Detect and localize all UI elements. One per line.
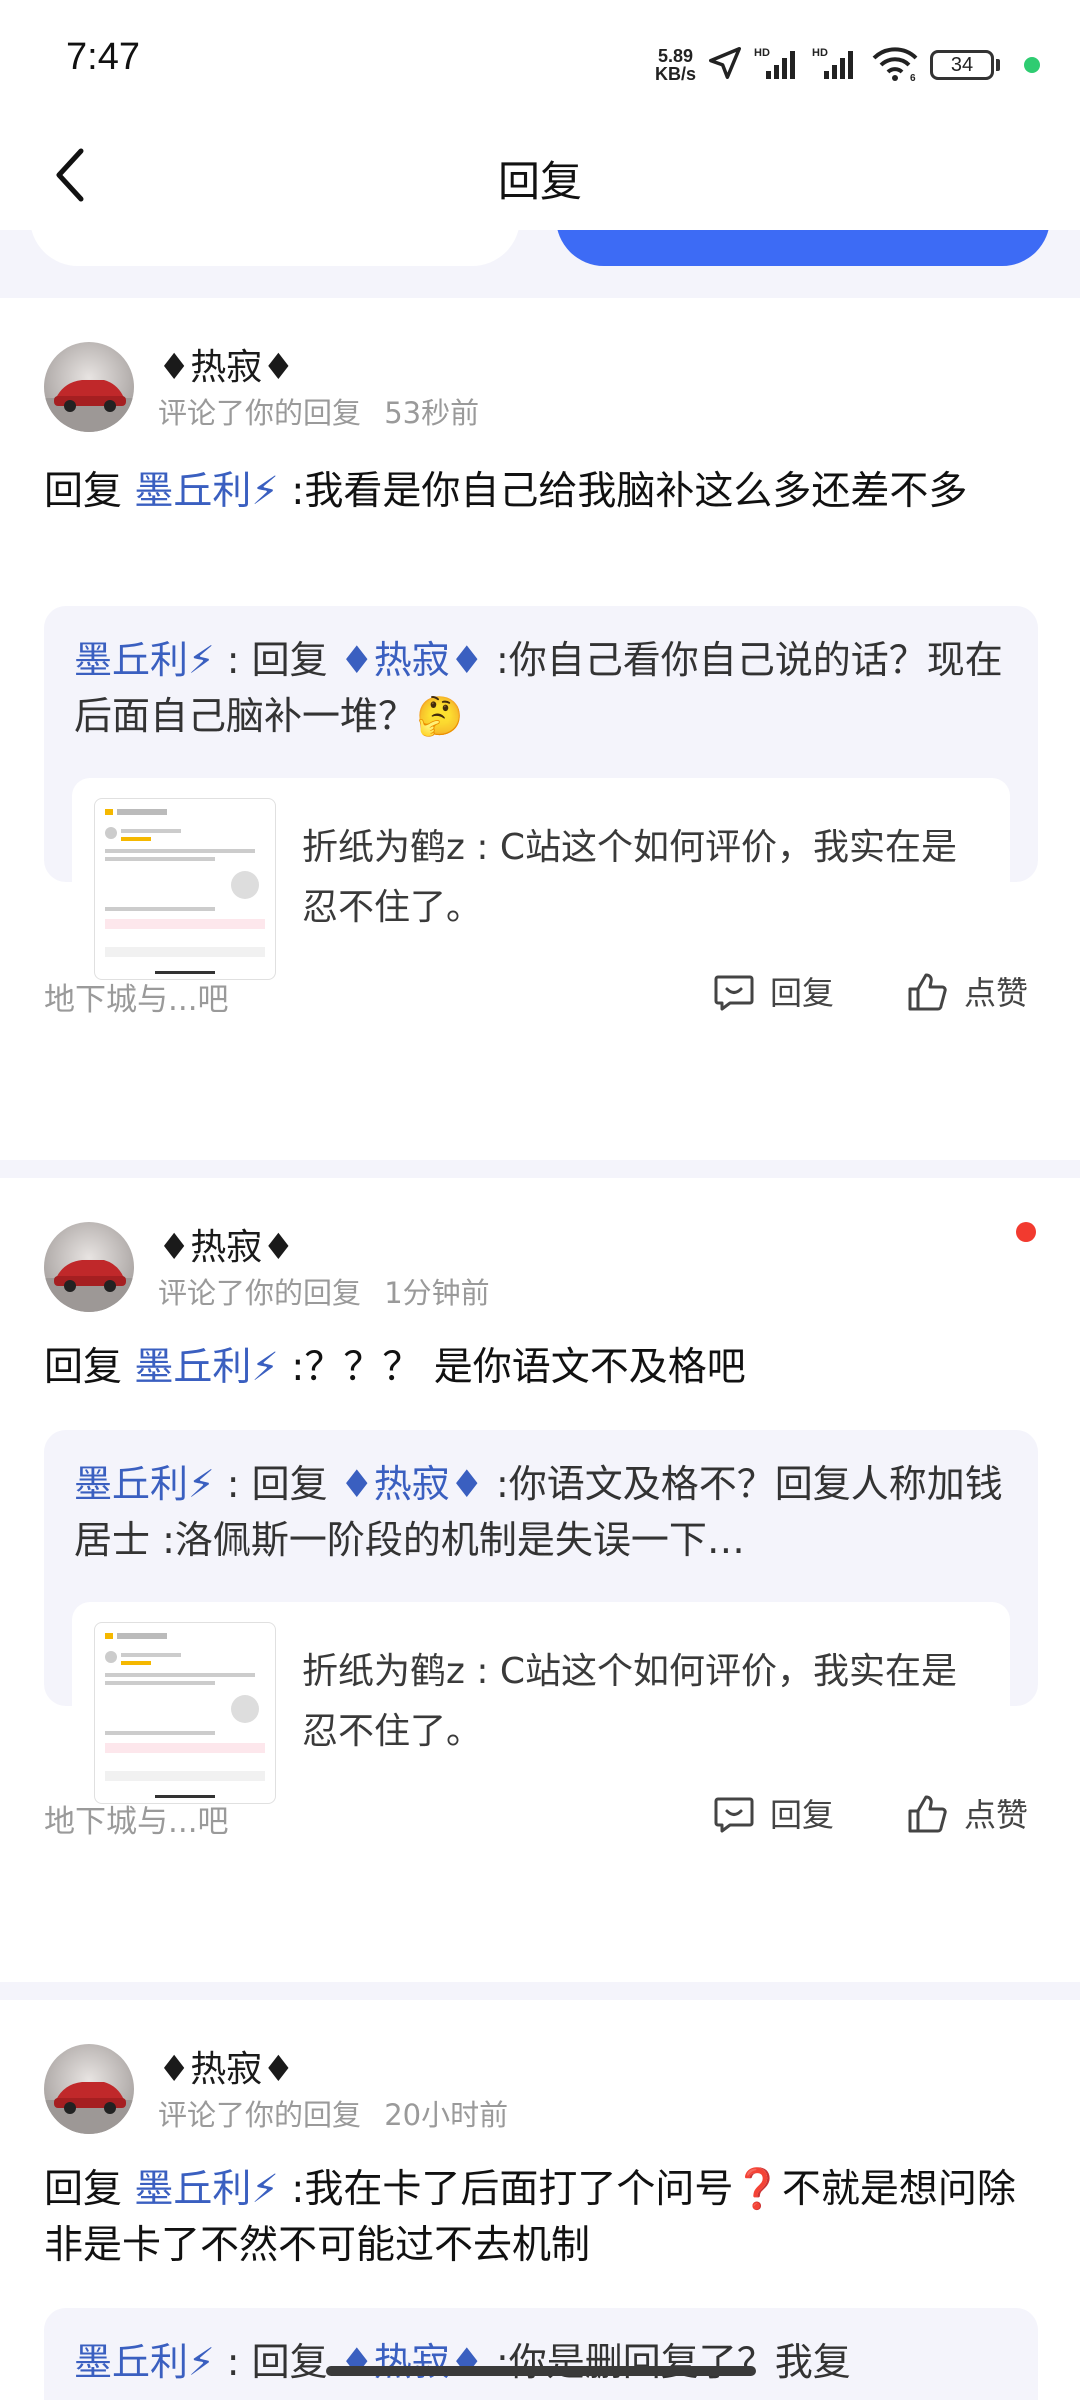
mention-link[interactable]: 墨丘利⚡ bbox=[134, 2167, 278, 2212]
quote-author[interactable]: 墨丘利⚡ bbox=[74, 2340, 215, 2384]
status-icons: 5.89 KB/s HD HD 6 34 bbox=[655, 38, 1040, 92]
timestamp: 20小时前 bbox=[384, 2098, 509, 2132]
forum-name[interactable]: 地下城与...吧 bbox=[44, 1796, 229, 1841]
like-label: 点赞 bbox=[964, 974, 1029, 1012]
top-action-strip bbox=[0, 230, 1080, 298]
top-left-pill[interactable] bbox=[30, 230, 520, 266]
status-time: 7:47 bbox=[66, 36, 140, 78]
quote-mention[interactable]: ♦热寂♦ bbox=[340, 2340, 484, 2384]
reply-prefix: 回复 bbox=[44, 2167, 135, 2212]
privacy-indicator-dot bbox=[1024, 57, 1040, 73]
post-thumbnail bbox=[94, 798, 276, 980]
reply-prefix: 回复 bbox=[44, 469, 135, 514]
reply-label: 回复 bbox=[770, 974, 835, 1012]
quoted-comment-text: 墨丘利⚡ : 回复 ♦热寂♦ :你是删回复了？我复 bbox=[74, 2334, 1010, 2390]
svg-text:HD: HD bbox=[754, 47, 770, 59]
quoted-comment-text: 墨丘利⚡ : 回复 ♦热寂♦ :你语文及格不？回复人称加钱居士 :洛佩斯一阶段的… bbox=[74, 1456, 1010, 1568]
avatar[interactable] bbox=[44, 1222, 134, 1312]
comment-bubble-icon bbox=[714, 975, 754, 1011]
top-right-pill-button[interactable] bbox=[556, 230, 1050, 266]
mention-link[interactable]: 墨丘利⚡ bbox=[134, 469, 278, 514]
action-text: 评论了你的回复 bbox=[158, 1276, 362, 1310]
forum-name[interactable]: 地下城与...吧 bbox=[44, 974, 229, 1019]
page-title: 回复 bbox=[497, 157, 582, 206]
quoted-comment-box[interactable]: 墨丘利⚡ : 回复 ♦热寂♦ :你自己看你自己说的话？现在后面自己脑补一堆？🤔 … bbox=[44, 606, 1038, 1000]
mention-link[interactable]: 墨丘利⚡ bbox=[134, 1345, 278, 1390]
quote-author[interactable]: 墨丘利⚡ bbox=[74, 1462, 215, 1506]
quote-body: :你是删回复了？我复 bbox=[483, 2340, 851, 2384]
notification-card[interactable]: ♦热寂♦ 评论了你的回复 53秒前 回复 墨丘利⚡ :我看是你自己给我脑补这么多… bbox=[0, 298, 1080, 1160]
notification-card[interactable]: ♦热寂♦ 评论了你的回复 20小时前 回复 墨丘利⚡ :我在卡了后面打了个问号❓… bbox=[0, 2000, 1080, 2400]
nav-bar: 回复 bbox=[0, 120, 1080, 230]
meta-line: 评论了你的回复 1分钟前 bbox=[158, 1270, 490, 1312]
meta-line: 评论了你的回复 20小时前 bbox=[158, 2092, 508, 2134]
svg-text:6: 6 bbox=[910, 73, 916, 82]
reply-button[interactable]: 回复 bbox=[712, 968, 834, 1014]
home-indicator[interactable] bbox=[326, 2366, 756, 2376]
quoted-comment-text: 墨丘利⚡ : 回复 ♦热寂♦ :你自己看你自己说的话？现在后面自己脑补一堆？🤔 bbox=[74, 632, 1010, 744]
comment-bubble-icon bbox=[714, 1797, 754, 1833]
username[interactable]: ♦热寂♦ bbox=[158, 2040, 295, 2092]
reply-prefix: 回复 bbox=[44, 1345, 135, 1390]
quote-author[interactable]: 墨丘利⚡ bbox=[74, 638, 215, 682]
timestamp: 1分钟前 bbox=[384, 1276, 490, 1310]
reply-label: 回复 bbox=[770, 1796, 835, 1834]
status-bar: 7:47 5.89 KB/s HD HD 6 34 bbox=[0, 0, 1080, 120]
thumbs-up-icon bbox=[908, 973, 947, 1011]
meta-line: 评论了你的回复 53秒前 bbox=[158, 390, 479, 432]
svg-text:HD: HD bbox=[812, 47, 828, 59]
action-text: 评论了你的回复 bbox=[158, 396, 362, 430]
reply-button[interactable]: 回复 bbox=[712, 1790, 834, 1836]
signal-1-icon: HD bbox=[754, 45, 802, 85]
battery-icon: 34 bbox=[930, 50, 1000, 80]
timestamp: 53秒前 bbox=[384, 396, 480, 430]
avatar[interactable] bbox=[44, 342, 134, 432]
reply-text[interactable]: 回复 墨丘利⚡ :我看是你自己给我脑补这么多还差不多 bbox=[44, 464, 1040, 520]
original-post-text: 折纸为鹤z : C站这个如何评价，我实在是忍不住了。 bbox=[302, 1651, 958, 1752]
username[interactable]: ♦热寂♦ bbox=[158, 1218, 295, 1270]
card-divider bbox=[0, 1982, 1080, 2000]
quote-mention[interactable]: ♦热寂♦ bbox=[340, 638, 484, 682]
card-divider bbox=[0, 1160, 1080, 1178]
post-thumbnail bbox=[94, 1622, 276, 1804]
notification-card[interactable]: ♦热寂♦ 评论了你的回复 1分钟前 回复 墨丘利⚡ :？？？ 是你语文不及格吧 … bbox=[0, 1178, 1080, 1982]
avatar[interactable] bbox=[44, 2044, 134, 2134]
quote-mid: : 回复 bbox=[214, 638, 340, 682]
reply-body: :我看是你自己给我脑补这么多还差不多 bbox=[278, 469, 968, 514]
unread-dot bbox=[1016, 1222, 1036, 1242]
reply-text[interactable]: 回复 墨丘利⚡ :我在卡了后面打了个问号❓不就是想问除非是卡了不然不可能过不去机… bbox=[44, 2162, 1040, 2274]
original-post-text: 折纸为鹤z : C站这个如何评价，我实在是忍不住了。 bbox=[302, 827, 958, 928]
reply-body: :？？？ 是你语文不及格吧 bbox=[278, 1345, 746, 1390]
quote-mid: : 回复 bbox=[214, 1462, 340, 1506]
location-arrow-icon bbox=[706, 44, 744, 86]
signal-2-icon: HD bbox=[812, 45, 860, 85]
thumbs-up-icon bbox=[908, 1795, 947, 1833]
quoted-comment-box[interactable]: 墨丘利⚡ : 回复 ♦热寂♦ :你是删回复了？我复 bbox=[44, 2308, 1038, 2400]
quoted-comment-box[interactable]: 墨丘利⚡ : 回复 ♦热寂♦ :你语文及格不？回复人称加钱居士 :洛佩斯一阶段的… bbox=[44, 1430, 1038, 1824]
reply-text[interactable]: 回复 墨丘利⚡ :？？？ 是你语文不及格吧 bbox=[44, 1340, 1040, 1396]
like-button[interactable]: 点赞 bbox=[906, 1790, 1028, 1836]
quote-mid: : 回复 bbox=[214, 2340, 340, 2384]
battery-level: 34 bbox=[930, 50, 994, 80]
net-speed-unit: KB/s bbox=[654, 64, 696, 84]
action-text: 评论了你的回复 bbox=[158, 2098, 362, 2132]
net-speed-value: 5.89 bbox=[657, 46, 694, 66]
net-speed: 5.89 KB/s bbox=[655, 47, 696, 83]
quote-mention[interactable]: ♦热寂♦ bbox=[340, 1462, 484, 1506]
like-label: 点赞 bbox=[964, 1796, 1029, 1834]
username[interactable]: ♦热寂♦ bbox=[158, 338, 295, 390]
original-post-card[interactable]: 折纸为鹤z : C站这个如何评价，我实在是忍不住了。 bbox=[72, 1602, 1010, 1824]
like-button[interactable]: 点赞 bbox=[906, 968, 1028, 1014]
wifi-icon: 6 bbox=[870, 44, 920, 86]
original-post-card[interactable]: 折纸为鹤z : C站这个如何评价，我实在是忍不住了。 bbox=[72, 778, 1010, 1000]
